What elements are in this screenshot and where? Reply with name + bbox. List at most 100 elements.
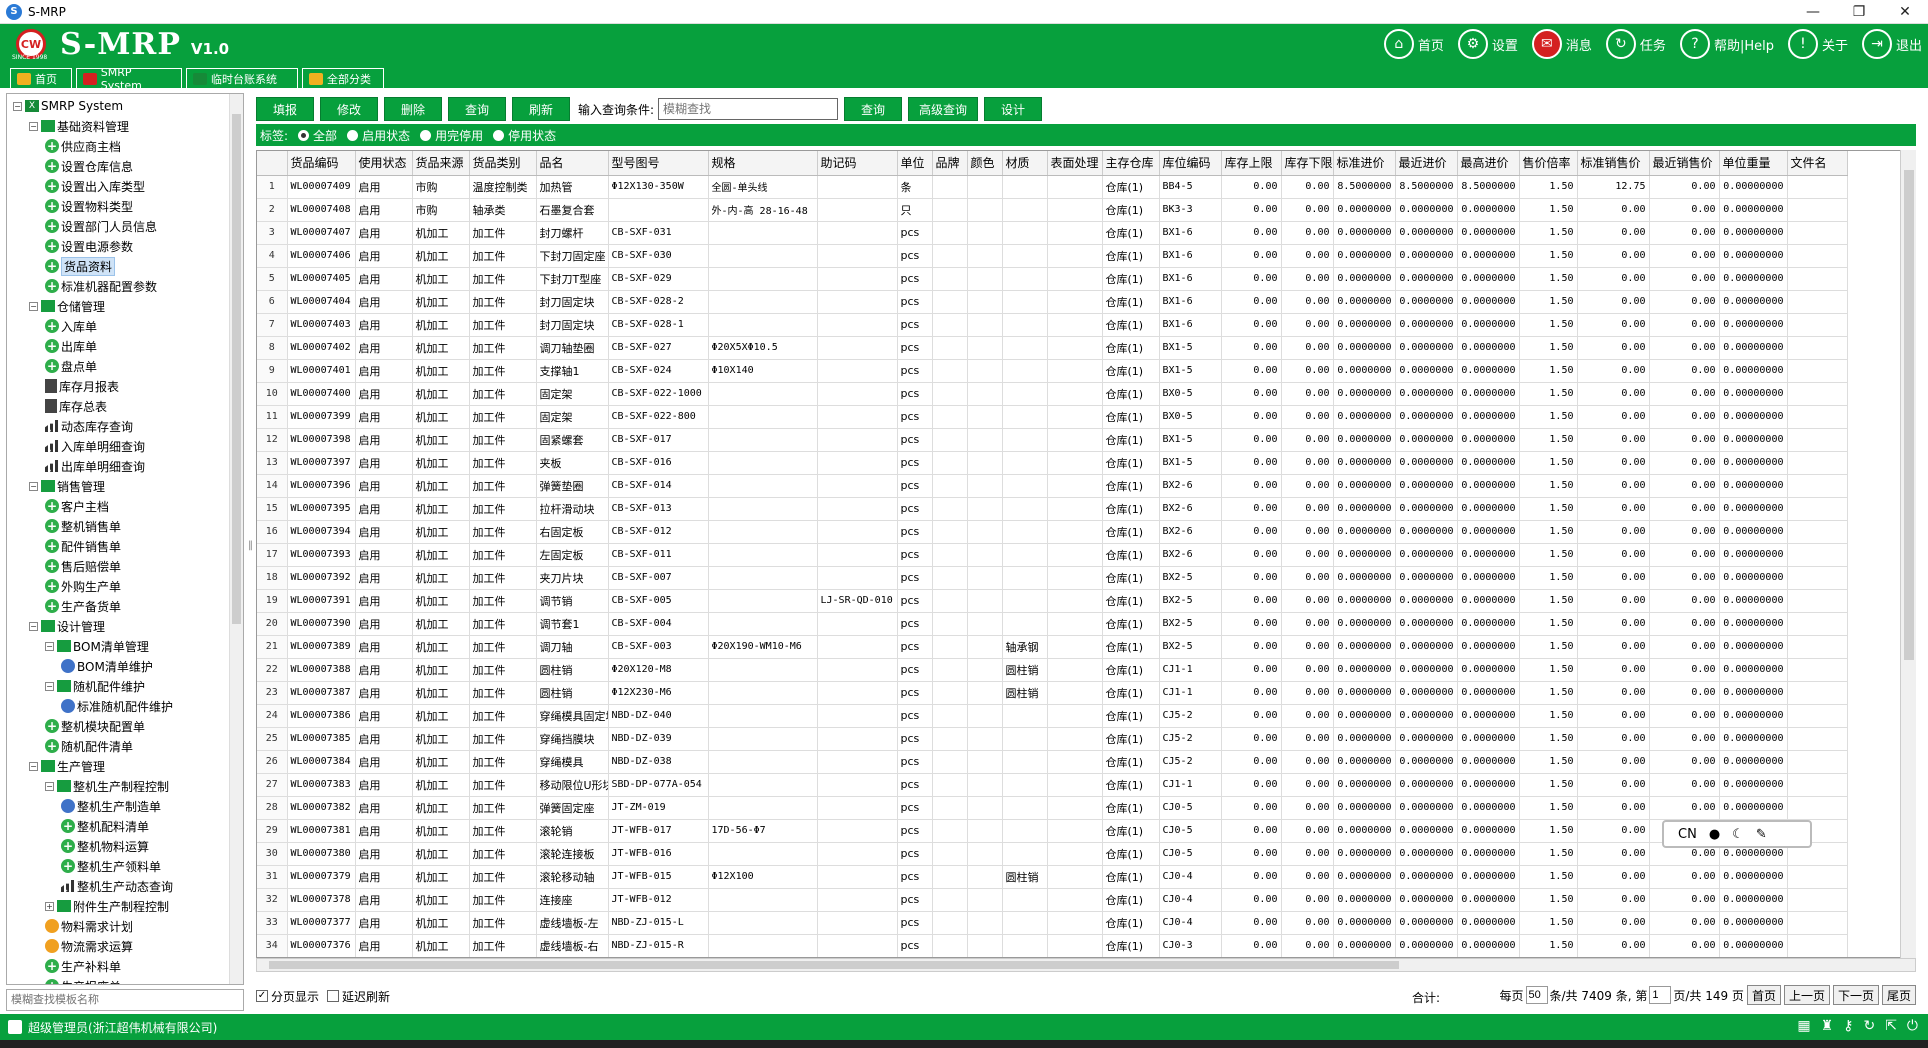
table-cell[interactable]: [1787, 727, 1848, 751]
table-cell[interactable]: 仓库(1): [1102, 543, 1160, 567]
table-cell[interactable]: JT-WFB-012: [608, 888, 709, 912]
table-cell[interactable]: pcs: [897, 750, 933, 774]
table-cell[interactable]: 0.0000000: [1395, 704, 1458, 728]
table-cell[interactable]: [1047, 704, 1103, 728]
table-cell[interactable]: [1002, 267, 1048, 291]
grid-hscroll-thumb[interactable]: [269, 961, 1399, 969]
table-cell[interactable]: 0.00000000: [1719, 865, 1788, 889]
table-cell[interactable]: 仓库(1): [1102, 796, 1160, 820]
table-cell[interactable]: WL00007409: [287, 175, 356, 199]
table-cell[interactable]: NBD-DZ-038: [608, 750, 709, 774]
table-cell[interactable]: BX2-6: [1159, 497, 1222, 521]
table-cell[interactable]: WL00007392: [287, 566, 356, 590]
table-row[interactable]: 6 WL00007404 启用 机加工 加工件 封刀固定块 CB-SXF-028-2 pcs 仓…: [257, 290, 1848, 314]
table-cell[interactable]: 0.0000000: [1395, 359, 1458, 383]
table-cell[interactable]: 0.00: [1221, 911, 1282, 935]
table-cell[interactable]: 0.00000000: [1719, 589, 1788, 613]
table-cell[interactable]: [932, 750, 968, 774]
table-cell[interactable]: [932, 520, 968, 544]
table-cell[interactable]: 启用: [355, 405, 413, 429]
tree-item[interactable]: + 设置仓库信息: [45, 156, 133, 176]
table-cell[interactable]: [1002, 566, 1048, 590]
tab-1[interactable]: SMRP System: [76, 66, 182, 92]
tree-item[interactable]: + 货品资料: [45, 256, 116, 276]
table-cell[interactable]: [1787, 589, 1848, 613]
column-header[interactable]: 最近销售价: [1649, 151, 1720, 176]
tree-item[interactable]: + 随机配件清单: [45, 736, 133, 756]
column-header[interactable]: 标准销售价: [1577, 151, 1650, 176]
table-cell[interactable]: 0.0000000: [1395, 934, 1458, 957]
table-cell[interactable]: 0.0000000: [1395, 888, 1458, 912]
table-cell[interactable]: 0.00: [1281, 359, 1334, 383]
table-cell[interactable]: 弹簧固定座: [536, 796, 609, 820]
table-cell[interactable]: 左固定板: [536, 543, 609, 567]
table-cell[interactable]: LJ-SR-QD-010: [817, 589, 898, 613]
table-cell[interactable]: JT-ZM-019: [608, 796, 709, 820]
table-cell[interactable]: 调刀轴: [536, 635, 609, 659]
table-cell[interactable]: 0.0000000: [1395, 819, 1458, 843]
nav-button-info[interactable]: ! 关于: [1787, 29, 1848, 59]
table-cell[interactable]: 8.5000000: [1457, 175, 1520, 199]
table-cell[interactable]: 滚轮移动轴: [536, 865, 609, 889]
table-cell[interactable]: WL00007398: [287, 428, 356, 452]
table-cell[interactable]: 0.0000000: [1457, 681, 1520, 705]
table-cell[interactable]: BX1-5: [1159, 336, 1222, 360]
table-cell[interactable]: [1002, 704, 1048, 728]
table-cell[interactable]: 启用: [355, 750, 413, 774]
table-cell[interactable]: [967, 405, 1003, 429]
table-cell[interactable]: [1787, 290, 1848, 314]
table-cell[interactable]: 0.00: [1281, 658, 1334, 682]
table-cell[interactable]: 0.00: [1281, 336, 1334, 360]
table-cell[interactable]: 仓库(1): [1102, 198, 1160, 222]
table-cell[interactable]: pcs: [897, 888, 933, 912]
table-cell[interactable]: 0.00: [1649, 221, 1720, 245]
tree-item[interactable]: + 客户主档: [45, 496, 109, 516]
table-cell[interactable]: BX0-5: [1159, 405, 1222, 429]
table-cell[interactable]: BX2-5: [1159, 612, 1222, 636]
table-cell[interactable]: 仓库(1): [1102, 727, 1160, 751]
table-cell[interactable]: 0.0000000: [1333, 543, 1396, 567]
table-cell[interactable]: 0.0000000: [1395, 382, 1458, 406]
table-cell[interactable]: pcs: [897, 382, 933, 406]
table-cell[interactable]: [817, 635, 898, 659]
table-cell[interactable]: 仓库(1): [1102, 267, 1160, 291]
table-cell[interactable]: 0.0000000: [1333, 911, 1396, 935]
table-cell[interactable]: 0.0000000: [1395, 336, 1458, 360]
table-cell[interactable]: 加工件: [469, 474, 537, 498]
table-cell[interactable]: CB-SXF-024: [608, 359, 709, 383]
table-cell[interactable]: 1.50: [1519, 221, 1578, 245]
table-row[interactable]: 21 WL00007389 启用 机加工 加工件 调刀轴 CB-SXF-003 Φ20X190…: [257, 635, 1848, 659]
table-cell[interactable]: 0.00000000: [1719, 911, 1788, 935]
table-cell[interactable]: 机加工: [412, 612, 470, 636]
radio-dot-icon[interactable]: [298, 129, 310, 141]
table-cell[interactable]: 移动限位U形块: [536, 773, 609, 797]
table-cell[interactable]: 0.00: [1649, 244, 1720, 268]
table-cell[interactable]: pcs: [897, 773, 933, 797]
collapse-icon[interactable]: −: [29, 301, 38, 311]
table-cell[interactable]: 0.0000000: [1333, 359, 1396, 383]
table-cell[interactable]: 0.0000000: [1333, 704, 1396, 728]
toolbar-button-1[interactable]: 修改: [320, 97, 378, 121]
query-input[interactable]: [658, 98, 839, 120]
table-cell[interactable]: CJ5-2: [1159, 727, 1222, 751]
table-cell[interactable]: 0.0000000: [1333, 612, 1396, 636]
filter-radio-3[interactable]: 停用状态: [493, 127, 556, 144]
table-cell[interactable]: 机加工: [412, 773, 470, 797]
tree-item[interactable]: − 基础资料管理: [29, 116, 129, 136]
table-cell[interactable]: 机加工: [412, 497, 470, 521]
table-cell[interactable]: 加工件: [469, 842, 537, 866]
table-cell[interactable]: 0.00: [1281, 589, 1334, 613]
table-cell[interactable]: 0.0000000: [1395, 290, 1458, 314]
table-cell[interactable]: [1787, 750, 1848, 774]
table-cell[interactable]: [1787, 911, 1848, 935]
tree-item[interactable]: 物流需求运算: [45, 936, 133, 956]
collapse-icon[interactable]: −: [13, 101, 22, 111]
table-cell[interactable]: 封刀固定块: [536, 290, 609, 314]
collapse-icon[interactable]: −: [45, 681, 54, 691]
table-cell[interactable]: CJ0-4: [1159, 911, 1222, 935]
table-cell[interactable]: 0.00: [1577, 842, 1650, 866]
table-cell[interactable]: 0.00: [1221, 497, 1282, 521]
table-cell[interactable]: CJ1-1: [1159, 681, 1222, 705]
table-cell[interactable]: [932, 428, 968, 452]
table-cell[interactable]: CB-SXF-011: [608, 543, 709, 567]
